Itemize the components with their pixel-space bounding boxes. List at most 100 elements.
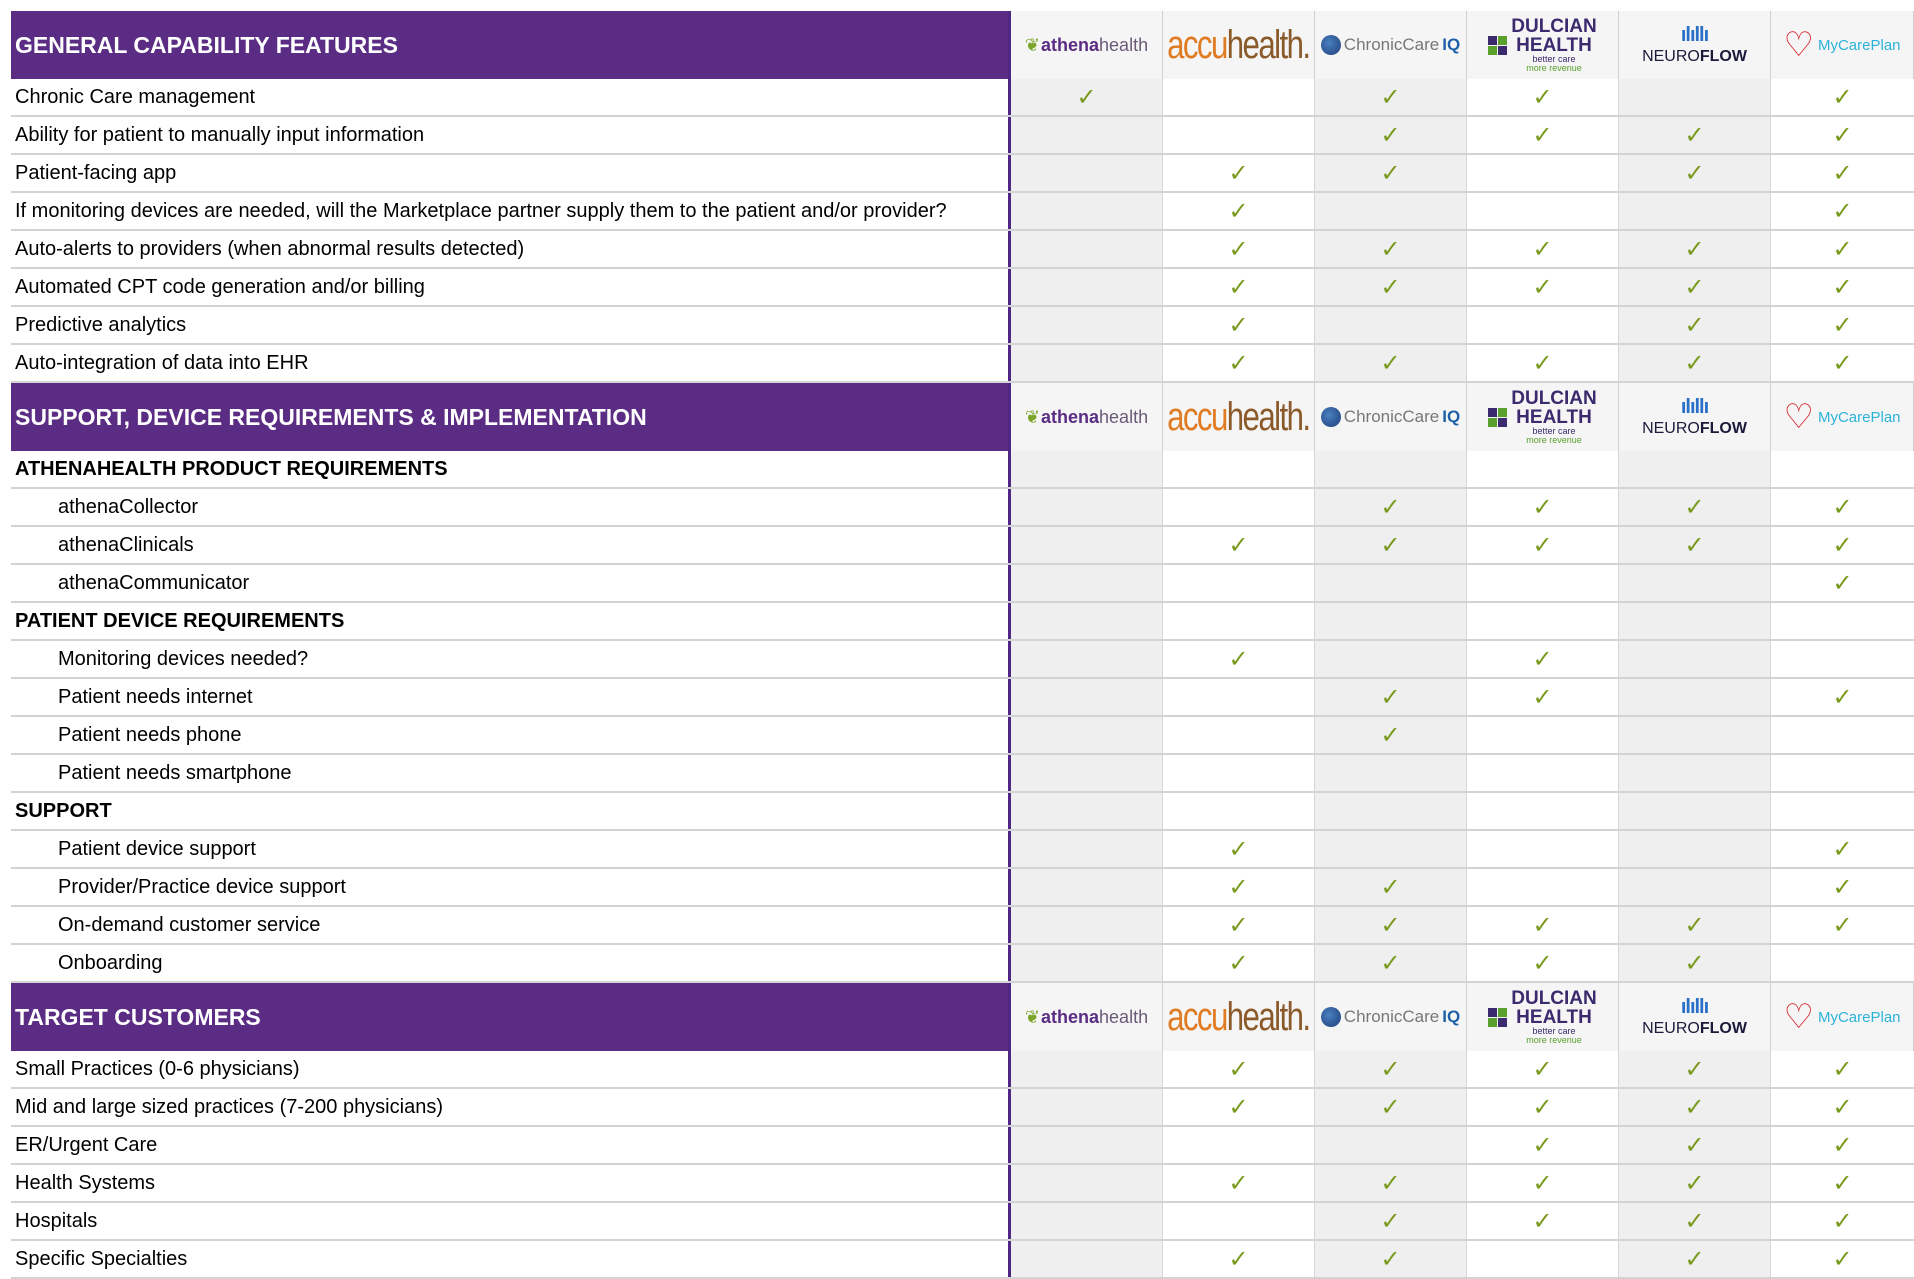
checkmark-icon: ✓ bbox=[1832, 873, 1853, 901]
check-cell bbox=[1163, 489, 1315, 525]
checkmark-icon: ✓ bbox=[1532, 121, 1553, 149]
check-cell bbox=[1619, 831, 1771, 867]
vendor-logo-text: accu bbox=[1167, 994, 1228, 1039]
checkmark-icon: ✓ bbox=[1532, 911, 1553, 939]
check-cell: ✓ bbox=[1619, 907, 1771, 943]
check-cell bbox=[1011, 345, 1163, 381]
feature-label: Hospitals bbox=[11, 1203, 1011, 1239]
accuhealth-logo: accuhealth. bbox=[1163, 383, 1315, 451]
checkmark-icon: ✓ bbox=[1228, 1245, 1249, 1273]
table-row: Chronic Care management ✓ ✓ ✓ ✓ bbox=[11, 79, 1914, 117]
check-cell bbox=[1011, 565, 1163, 601]
vendor-logo-text: ChronicCare bbox=[1343, 407, 1440, 426]
check-cell bbox=[1315, 831, 1467, 867]
vendor-logo-text: ChronicCare bbox=[1343, 1007, 1440, 1026]
table-row: Patient device support ✓ ✓ bbox=[11, 831, 1914, 869]
subsection-label: ATHENAHEALTH PRODUCT REQUIREMENTS bbox=[11, 451, 1011, 487]
checkmark-icon: ✓ bbox=[1380, 121, 1401, 149]
check-cell: ✓ bbox=[1315, 907, 1467, 943]
table-row: Onboarding ✓ ✓ ✓ ✓ bbox=[11, 945, 1914, 983]
check-cell: ✓ bbox=[1467, 641, 1619, 677]
section-title: TARGET CUSTOMERS bbox=[11, 983, 1011, 1051]
table-row: Patient needs internet ✓ ✓ ✓ bbox=[11, 679, 1914, 717]
checkmark-icon: ✓ bbox=[1832, 83, 1853, 111]
check-cell bbox=[1011, 603, 1163, 639]
checkmark-icon: ✓ bbox=[1228, 349, 1249, 377]
check-cell: ✓ bbox=[1315, 527, 1467, 563]
check-cell: ✓ bbox=[1467, 269, 1619, 305]
checkmark-icon: ✓ bbox=[1228, 311, 1249, 339]
check-cell bbox=[1315, 451, 1467, 487]
checkmark-icon: ✓ bbox=[1684, 121, 1705, 149]
check-cell: ✓ bbox=[1619, 1051, 1771, 1087]
checkmark-icon: ✓ bbox=[1380, 1207, 1401, 1235]
feature-label: Ability for patient to manually input in… bbox=[11, 117, 1011, 153]
checkmark-icon: ✓ bbox=[1380, 531, 1401, 559]
check-cell bbox=[1771, 641, 1914, 677]
check-cell: ✓ bbox=[1163, 1089, 1315, 1125]
checkmark-icon: ✓ bbox=[1684, 1169, 1705, 1197]
check-cell bbox=[1011, 155, 1163, 191]
check-cell bbox=[1619, 565, 1771, 601]
check-cell: ✓ bbox=[1619, 1089, 1771, 1125]
check-cell: ✓ bbox=[1163, 231, 1315, 267]
check-cell: ✓ bbox=[1163, 1051, 1315, 1087]
check-cell: ✓ bbox=[1467, 945, 1619, 981]
check-cell bbox=[1163, 603, 1315, 639]
check-cell: ✓ bbox=[1619, 231, 1771, 267]
check-cell bbox=[1163, 79, 1315, 115]
vendor-logo-text: NEURO bbox=[1642, 48, 1700, 65]
checkmark-icon: ✓ bbox=[1684, 531, 1705, 559]
table-row: Monitoring devices needed? ✓ ✓ bbox=[11, 641, 1914, 679]
checkmark-icon: ✓ bbox=[1380, 911, 1401, 939]
checkmark-icon: ✓ bbox=[1684, 159, 1705, 187]
check-cell bbox=[1011, 907, 1163, 943]
check-cell bbox=[1011, 1127, 1163, 1163]
check-cell: ✓ bbox=[1315, 79, 1467, 115]
check-cell: ✓ bbox=[1467, 527, 1619, 563]
checkmark-icon: ✓ bbox=[1832, 1207, 1853, 1235]
check-cell bbox=[1315, 603, 1467, 639]
accuhealth-logo: accuhealth. bbox=[1163, 11, 1315, 79]
vendor-logo-text: HEALTH bbox=[1516, 1007, 1592, 1028]
check-cell: ✓ bbox=[1315, 1089, 1467, 1125]
table-row: On-demand customer service ✓ ✓ ✓ ✓ ✓ bbox=[11, 907, 1914, 945]
check-cell: ✓ bbox=[1771, 869, 1914, 905]
subsection-label: PATIENT DEVICE REQUIREMENTS bbox=[11, 603, 1011, 639]
check-cell bbox=[1011, 117, 1163, 153]
table-row: Mid and large sized practices (7-200 phy… bbox=[11, 1089, 1914, 1127]
check-cell: ✓ bbox=[1315, 1051, 1467, 1087]
subsection-label: SUPPORT bbox=[11, 793, 1011, 829]
table-row: Ability for patient to manually input in… bbox=[11, 117, 1914, 155]
check-cell: ✓ bbox=[1619, 1241, 1771, 1277]
checkmark-icon: ✓ bbox=[1380, 349, 1401, 377]
vendor-logo-text: athena bbox=[1041, 406, 1100, 427]
checkmark-icon: ✓ bbox=[1832, 569, 1853, 597]
check-cell bbox=[1771, 755, 1914, 791]
feature-label: athenaClinicals bbox=[11, 527, 1011, 563]
check-cell: ✓ bbox=[1163, 831, 1315, 867]
check-cell bbox=[1315, 307, 1467, 343]
feature-label: Health Systems bbox=[11, 1165, 1011, 1201]
check-cell bbox=[1619, 679, 1771, 715]
check-cell bbox=[1163, 1203, 1315, 1239]
checkmark-icon: ✓ bbox=[1532, 349, 1553, 377]
checkmark-icon: ✓ bbox=[1532, 949, 1553, 977]
check-cell bbox=[1619, 79, 1771, 115]
vendor-logo-text: more revenue bbox=[1526, 63, 1582, 73]
checkmark-icon: ✓ bbox=[1832, 1169, 1853, 1197]
table-row: Small Practices (0-6 physicians) ✓ ✓ ✓ ✓ ✓ bbox=[11, 1051, 1914, 1089]
check-cell bbox=[1619, 451, 1771, 487]
checkmark-icon: ✓ bbox=[1380, 493, 1401, 521]
checkmark-icon: ✓ bbox=[1832, 121, 1853, 149]
check-cell bbox=[1467, 565, 1619, 601]
feature-label: If monitoring devices are needed, will t… bbox=[11, 193, 1011, 229]
check-cell bbox=[1619, 641, 1771, 677]
check-cell bbox=[1315, 793, 1467, 829]
section-title: SUPPORT, DEVICE REQUIREMENTS & IMPLEMENT… bbox=[11, 383, 1011, 451]
check-cell bbox=[1467, 869, 1619, 905]
checkmark-icon: ✓ bbox=[1532, 83, 1553, 111]
check-cell bbox=[1771, 945, 1914, 981]
check-cell: ✓ bbox=[1467, 1089, 1619, 1125]
vendor-logo-text: DULCIAN bbox=[1511, 388, 1597, 409]
